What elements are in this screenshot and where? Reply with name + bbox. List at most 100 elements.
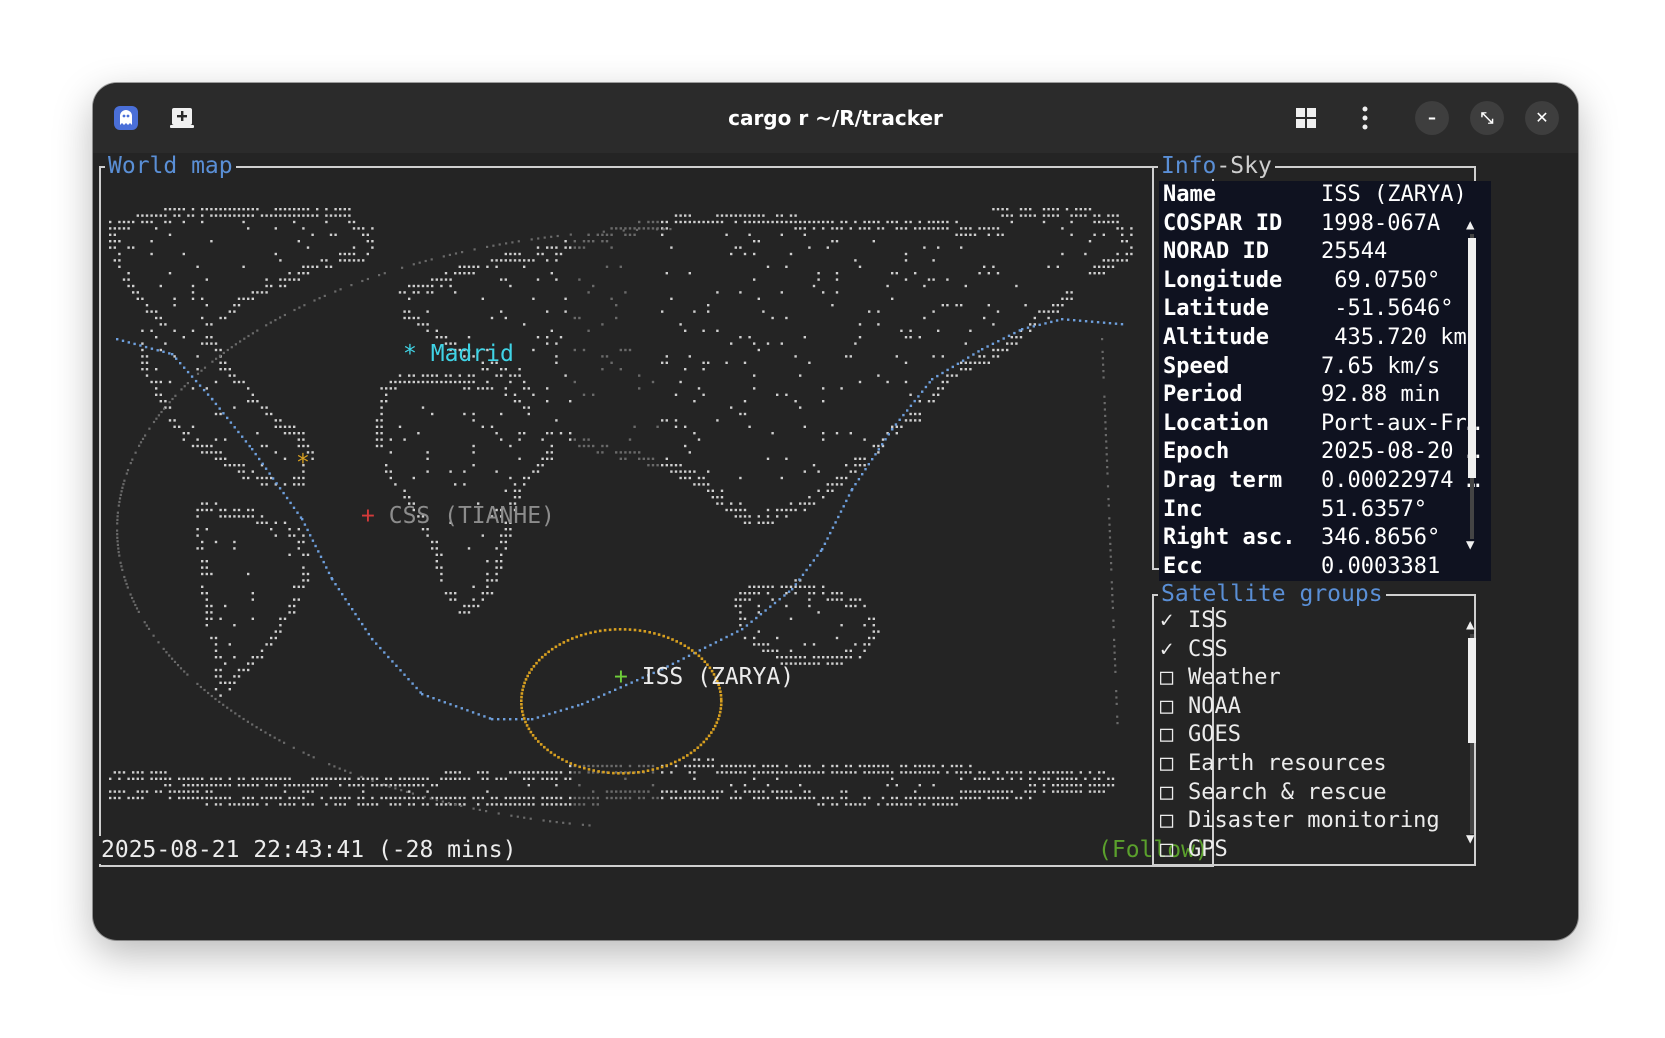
group-checkbox[interactable]: □ [1154, 721, 1188, 750]
group-checkbox[interactable]: □ [1154, 750, 1188, 779]
info-key: Ecc [1163, 553, 1203, 579]
group-checkbox[interactable]: □ [1154, 693, 1188, 722]
group-label: Search & rescue [1188, 779, 1387, 805]
info-value: 25544 [1321, 239, 1388, 265]
madrid-marker: * Madrid [403, 340, 514, 368]
info-key: Speed [1163, 353, 1230, 379]
info-row: COSPAR ID 1998-067A [1159, 209, 1491, 239]
terminal-area: World map * Madrid * + CSS (TIANHE) + IS… [93, 153, 1578, 940]
tab-sky[interactable]: Sky [1230, 153, 1272, 179]
title-bar[interactable]: cargo r ~/R/tracker – ⤡ ✕ [93, 83, 1578, 153]
group-label: ISS [1188, 608, 1228, 633]
close-icon[interactable]: ✕ [1525, 101, 1559, 135]
info-value: 51.6357° [1321, 496, 1427, 522]
groups-scrollbar-thumb[interactable] [1468, 638, 1476, 743]
group-label: CSS [1188, 636, 1228, 662]
info-key: Period [1163, 382, 1243, 408]
info-value: 0.0003381 [1321, 553, 1441, 579]
iss-symbol: + [614, 664, 628, 690]
info-key: Name [1163, 182, 1216, 207]
groups-scroll-up-icon[interactable]: ▲ [1466, 618, 1474, 632]
group-checkbox[interactable]: □ [1154, 779, 1188, 808]
map-timestamp: 2025-08-21 22:43:41 (-28 mins) [99, 836, 519, 864]
info-row: Ecc 0.0003381 [1159, 552, 1491, 582]
group-checkbox[interactable]: □ [1154, 807, 1188, 836]
info-value: 2025-08-20 … [1321, 439, 1480, 465]
world-map-canvas [109, 208, 1133, 827]
info-value: 7.65 km/s [1321, 353, 1441, 379]
minimize-icon[interactable]: – [1415, 101, 1449, 135]
info-key: Location [1163, 410, 1269, 436]
satellite-group-item[interactable]: □ Earth resources [1154, 750, 1454, 779]
satellite-group-item[interactable]: □ Search & rescue [1154, 779, 1454, 808]
group-label: Disaster monitoring [1188, 808, 1440, 834]
madrid-symbol: * [403, 341, 417, 367]
madrid-label: Madrid [430, 341, 514, 367]
satellite-group-item[interactable]: □ NOAA [1154, 693, 1454, 722]
group-checkbox[interactable]: □ [1154, 836, 1188, 865]
group-label: Earth resources [1188, 750, 1387, 776]
info-row: Right asc. 346.8656° [1159, 524, 1491, 553]
info-key: Drag term [1163, 467, 1283, 493]
group-label: GOES [1188, 722, 1241, 748]
satellite-group-item[interactable]: □ GPS [1154, 836, 1454, 865]
satellite-group-item[interactable]: □ Weather [1154, 664, 1454, 693]
info-key: Altitude [1163, 324, 1269, 350]
info-key: COSPAR ID [1163, 210, 1283, 236]
info-row: Name ISS (ZARYA) [1159, 181, 1491, 210]
satellite-groups-title: Satellite groups [1158, 581, 1386, 607]
tab-info[interactable]: Info [1161, 153, 1216, 179]
tab-separator: - [1216, 153, 1231, 179]
group-label: GPS [1188, 836, 1228, 862]
group-checkbox[interactable]: □ [1154, 664, 1188, 693]
info-value: 346.8656° [1321, 525, 1441, 551]
info-key: Right asc. [1163, 525, 1296, 551]
group-checkbox[interactable]: ✓ [1154, 636, 1188, 665]
info-row: Speed 7.65 km/s [1159, 352, 1491, 382]
info-row: Longitude 69.0750° [1159, 266, 1491, 296]
info-value: 69.0750° [1321, 267, 1441, 293]
info-value: -51.5646° [1321, 296, 1454, 322]
sun-symbol: * [296, 450, 310, 476]
satellite-group-item[interactable]: ✓ CSS [1154, 636, 1454, 665]
group-label: Weather [1188, 665, 1281, 691]
info-scroll-down-icon[interactable]: ▼ [1466, 538, 1474, 552]
css-tianhe-label: CSS (TIANHE) [388, 503, 555, 529]
satellite-group-item[interactable]: □ Disaster monitoring [1154, 807, 1454, 836]
group-label: NOAA [1188, 693, 1241, 719]
info-value: Port-aux-Fr… [1321, 410, 1480, 436]
satellite-groups-panel: Satellite groups ✓ ISS ✓ CSS □ Weather □ NOAA □ G… [1152, 581, 1476, 866]
info-scroll-up-icon[interactable]: ▲ [1466, 218, 1474, 232]
info-key: Longitude [1163, 267, 1283, 293]
terminal-window: cargo r ~/R/tracker – ⤡ ✕ World map * Ma… [93, 83, 1578, 940]
restore-icon[interactable]: ⤡ [1470, 101, 1504, 135]
info-row: NORAD ID 25544 [1159, 238, 1491, 267]
info-row: Location Port-aux-Fr… [1159, 409, 1491, 439]
info-row: Epoch 2025-08-20 … [1159, 438, 1491, 467]
info-row: Altitude 435.720 km [1159, 323, 1491, 353]
grid-icon[interactable] [1293, 105, 1319, 131]
info-row: Inc 51.6357° [1159, 495, 1491, 525]
info-key: Latitude [1163, 296, 1269, 322]
kebab-menu-icon[interactable] [1352, 105, 1378, 131]
info-value: 435.720 km [1321, 324, 1467, 350]
info-tabs: Info-Sky [1158, 153, 1275, 179]
groups-scroll-down-icon[interactable]: ▼ [1466, 832, 1474, 846]
info-key: Epoch [1163, 439, 1230, 465]
info-scrollbar-thumb[interactable] [1468, 238, 1476, 478]
css-symbol: + [361, 503, 375, 529]
world-map-panel: World map * Madrid * + CSS (TIANHE) + IS… [99, 153, 1214, 867]
iss-zarya-marker: + ISS (ZARYA) [614, 663, 794, 691]
group-checkbox[interactable]: ✓ [1154, 607, 1188, 636]
iss-zarya-label: ISS (ZARYA) [641, 664, 795, 690]
satellite-group-item[interactable]: □ GOES [1154, 721, 1454, 750]
info-value: 92.88 min [1321, 382, 1441, 408]
info-panel: Info-Sky Name ISS (ZARYA) COSPAR ID 1998-06… [1152, 153, 1491, 582]
info-value: 1998-067A [1321, 210, 1441, 236]
info-value: ISS (ZARYA) [1321, 182, 1467, 207]
satellite-group-item[interactable]: ✓ ISS [1154, 607, 1454, 636]
info-row: Period 92.88 min [1159, 381, 1491, 410]
info-key: Inc [1163, 496, 1203, 522]
satellite-groups-list: ✓ ISS ✓ CSS □ Weather □ NOAA □ GOES □ Earth resourc… [1154, 607, 1454, 864]
info-row: Latitude -51.5646° [1159, 295, 1491, 324]
